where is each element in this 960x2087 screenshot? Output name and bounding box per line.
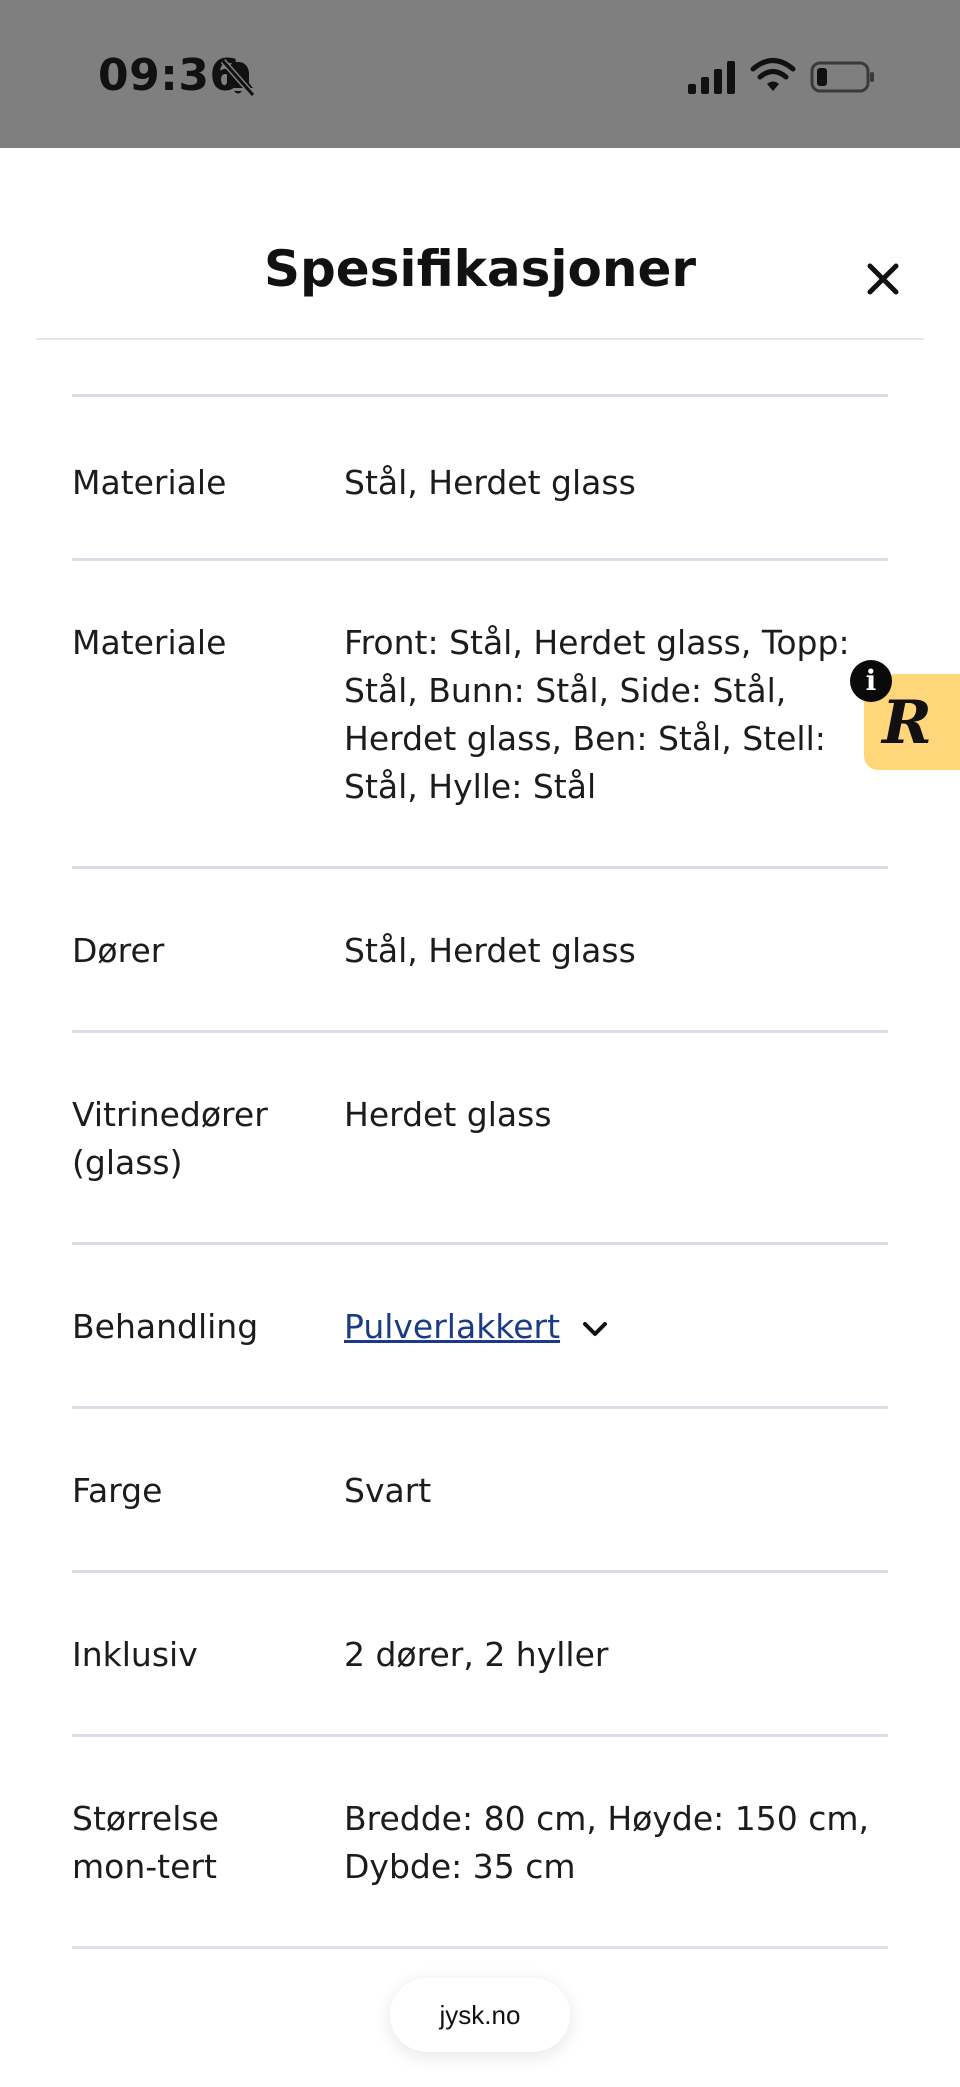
spec-label: Materiale	[72, 623, 227, 662]
spec-row: Behandling Pulverlakkert	[72, 1242, 888, 1406]
treatment-link[interactable]: Pulverlakkert	[344, 1307, 560, 1346]
spec-value: 2 dører, 2 hyller	[344, 1635, 609, 1674]
close-icon[interactable]	[862, 258, 904, 300]
spec-row: Materiale Front: Stål, Herdet glass, Top…	[72, 558, 888, 866]
spec-row: Vitrinedører (glass) Herdet glass	[72, 1030, 888, 1242]
spec-label: Vitrinedører (glass)	[72, 1095, 268, 1182]
chevron-down-icon[interactable]	[582, 1320, 608, 1338]
spec-label: Materiale	[72, 463, 227, 502]
sheet-header: Spesifikasjoner	[0, 148, 960, 340]
url-pill[interactable]: jysk.no	[390, 1978, 570, 2052]
spec-label: Behandling	[72, 1307, 259, 1346]
spec-row: Materiale Stål, Herdet glass	[72, 394, 888, 558]
r-logo-icon: R	[882, 688, 932, 758]
spec-label: Inklusiv	[72, 1635, 198, 1674]
spec-label: Farge	[72, 1471, 163, 1510]
bell-slash-icon	[220, 59, 256, 97]
spec-value: Stål, Herdet glass	[344, 931, 636, 970]
cellular-signal-icon	[688, 61, 735, 94]
status-bar: 09:36	[0, 0, 960, 148]
spec-row: Dører Stål, Herdet glass	[72, 866, 888, 1030]
battery-low-icon	[810, 61, 874, 93]
spec-row: Størrelse mon-tert Bredde: 80 cm, Høyde:…	[72, 1734, 888, 1946]
spec-value: Bredde: 80 cm, Høyde: 150 cm, Dybde: 35 …	[344, 1799, 869, 1886]
header-divider	[36, 338, 924, 340]
wifi-icon	[750, 58, 796, 91]
spec-value: Pulverlakkert	[344, 1303, 884, 1351]
spec-row: Farge Svart	[72, 1406, 888, 1570]
spec-label: Dører	[72, 931, 165, 970]
sheet-title: Spesifikasjoner	[263, 240, 697, 298]
spec-value: Svart	[344, 1471, 432, 1510]
info-icon[interactable]: i	[850, 660, 892, 702]
spec-value: Front: Stål, Herdet glass, Topp: Stål, B…	[344, 623, 850, 806]
spec-row: Inklusiv 2 dører, 2 hyller	[72, 1570, 888, 1734]
spec-label: Størrelse mon-tert	[72, 1799, 219, 1886]
spec-value: Stål, Herdet glass	[344, 463, 636, 502]
spec-value: Herdet glass	[344, 1095, 552, 1134]
